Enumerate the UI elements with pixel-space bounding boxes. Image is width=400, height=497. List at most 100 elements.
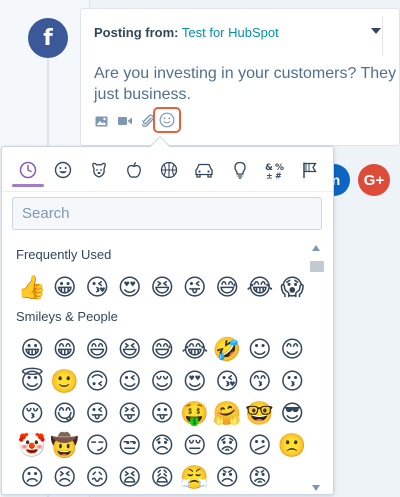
emoji-item[interactable]: 😘 <box>81 273 114 305</box>
googleplus-icon: G+ <box>363 171 385 189</box>
emoji-item[interactable]: 🤑 <box>179 399 212 431</box>
emoji-item[interactable]: 😁 <box>49 335 82 367</box>
emoji-item[interactable]: 🙁 <box>276 431 309 463</box>
flag-icon <box>303 162 317 178</box>
tab-symbols[interactable]: &% ± # <box>261 155 289 185</box>
emoji-item[interactable]: 😀 <box>16 335 49 367</box>
emoji-item[interactable]: 🤗 <box>211 399 244 431</box>
tab-smileys[interactable] <box>49 155 77 185</box>
emoji-item[interactable]: 😏 <box>81 431 114 463</box>
emoji-list: Frequently Used 👍 😀 😘 😍 😆 😜 😅 😂 😱 Smileys & Peop… <box>16 247 309 497</box>
symbols-icon: & %± # <box>265 163 284 180</box>
emoji-search-input[interactable] <box>12 197 322 230</box>
tab-recent[interactable] <box>12 155 44 187</box>
emoji-item[interactable]: 😕 <box>244 431 277 463</box>
emoji-item[interactable]: 😔 <box>179 431 212 463</box>
emoji-item[interactable]: 👍 <box>16 273 49 305</box>
emoji-item[interactable]: 😖 <box>81 463 114 495</box>
emoji-item[interactable]: 😌 <box>146 367 179 399</box>
emoji-item[interactable]: 😘 <box>211 367 244 399</box>
emoji-item[interactable]: 😂 <box>179 335 212 367</box>
emoji-item[interactable]: 🤣 <box>211 335 244 367</box>
post-text[interactable]: Are you investing in your customers? The… <box>94 63 400 105</box>
emoji-picker: &%±# Frequently Used 👍😀😘😍😆😜😅😂😱 Smileys &… <box>1 136 334 497</box>
emoji-item[interactable]: 😠 <box>211 463 244 495</box>
emoji-item[interactable]: 😤 <box>179 463 212 495</box>
smiley-icon <box>55 161 72 179</box>
emoji-item[interactable]: 😫 <box>114 463 147 495</box>
emoji-item[interactable]: 🙃 <box>81 367 114 399</box>
emoji-item[interactable]: 😍 <box>114 273 147 305</box>
emoji-icon <box>159 112 175 128</box>
emoji-item[interactable]: 🙂 <box>49 367 82 399</box>
scroll-down-icon[interactable] <box>312 485 320 491</box>
emoji-item[interactable]: 😅 <box>211 273 244 305</box>
googleplus-button[interactable]: G+ <box>358 164 390 196</box>
dog-icon <box>91 162 106 178</box>
emoji-grid-frequently-used: 👍 😀 😘 😍 😆 😜 😅 😂 😱 <box>16 273 306 305</box>
facebook-avatar: f <box>28 18 68 58</box>
emoji-grid-smileys-people: 😀 😁 😄 😆 😅 😂 🤣 ☺ 😊 😇 🙂 🙃 😉 😌 😍 😘 😙 😗 😚 😋 😜 😝 😛 🤑 🤗 🤓 😎 🤡 🤠 😏 😒 😞 😔 😟 😕 🙁 ☹ 😣 😖 😫… <box>16 335 309 495</box>
emoji-item[interactable]: 😗 <box>276 367 309 399</box>
emoji-item[interactable]: 😡 <box>244 463 277 495</box>
emoji-item[interactable]: 🤠 <box>49 431 82 463</box>
svg-text:±: ± <box>266 172 273 180</box>
posting-from-label: Posting from: <box>94 25 179 40</box>
emoji-item[interactable]: 😋 <box>49 399 82 431</box>
post-toolbar <box>94 113 155 129</box>
tab-flags[interactable] <box>296 155 324 185</box>
chevron-down-icon[interactable] <box>371 28 381 34</box>
emoji-item[interactable]: 😒 <box>114 431 147 463</box>
facebook-icon: f <box>43 25 53 51</box>
emoji-item[interactable]: 😛 <box>146 399 179 431</box>
emoji-item[interactable]: 😆 <box>114 335 147 367</box>
scroll-up-icon[interactable] <box>312 245 320 251</box>
section-title-frequently-used: Frequently Used <box>16 247 112 262</box>
emoji-item[interactable]: 😙 <box>244 367 277 399</box>
emoji-item[interactable]: 😂 <box>244 273 277 305</box>
emoji-item[interactable]: 😚 <box>16 399 49 431</box>
tab-activity[interactable] <box>155 155 183 185</box>
video-icon[interactable] <box>117 114 132 129</box>
emoji-item[interactable]: 😀 <box>49 273 82 305</box>
emoji-item[interactable]: 😄 <box>81 335 114 367</box>
clock-icon <box>19 161 37 179</box>
emoji-item[interactable]: 😟 <box>211 431 244 463</box>
emoji-item[interactable]: 😉 <box>114 367 147 399</box>
emoji-item[interactable]: 😆 <box>146 273 179 305</box>
emoji-item[interactable]: 🤡 <box>16 431 49 463</box>
emoji-item[interactable]: 😱 <box>276 273 309 305</box>
emoji-item[interactable]: 😜 <box>81 399 114 431</box>
emoji-item[interactable]: 😎 <box>276 399 309 431</box>
emoji-item[interactable]: ☹ <box>16 463 49 495</box>
emoji-item[interactable]: 😍 <box>179 367 212 399</box>
emoji-item[interactable]: 😊 <box>276 335 309 367</box>
tab-animals[interactable] <box>85 155 113 185</box>
account-name[interactable]: Test for HubSpot <box>182 25 279 40</box>
emoji-item[interactable]: 😜 <box>179 273 212 305</box>
emoji-item[interactable]: 😇 <box>16 367 49 399</box>
tab-travel[interactable] <box>190 155 218 185</box>
emoji-item[interactable]: 😩 <box>146 463 179 495</box>
emoji-item[interactable]: 😞 <box>146 431 179 463</box>
post-card: Posting from: Test for HubSpot Are you i… <box>80 8 400 146</box>
emoji-scrollbar[interactable] <box>310 245 324 493</box>
emoji-item[interactable]: 😣 <box>49 463 82 495</box>
scroll-thumb[interactable] <box>310 261 324 272</box>
emoji-item[interactable]: 🤓 <box>244 399 277 431</box>
tab-objects[interactable] <box>226 155 254 185</box>
emoji-item[interactable]: ☺ <box>244 335 277 367</box>
emoji-category-tabs: &% ± # <box>10 155 328 189</box>
image-icon[interactable] <box>94 114 109 129</box>
basketball-icon <box>160 161 178 179</box>
emoji-item[interactable]: 😝 <box>114 399 147 431</box>
apple-icon <box>126 161 141 178</box>
tab-food[interactable] <box>120 155 148 185</box>
posting-from[interactable]: Posting from: Test for HubSpot <box>94 25 279 40</box>
lightbulb-icon <box>233 161 246 179</box>
car-icon <box>195 163 213 178</box>
section-title-smileys-people: Smileys & People <box>16 309 118 324</box>
svg-text:#: # <box>275 172 282 180</box>
emoji-button[interactable] <box>153 107 181 133</box>
emoji-item[interactable]: 😅 <box>146 335 179 367</box>
